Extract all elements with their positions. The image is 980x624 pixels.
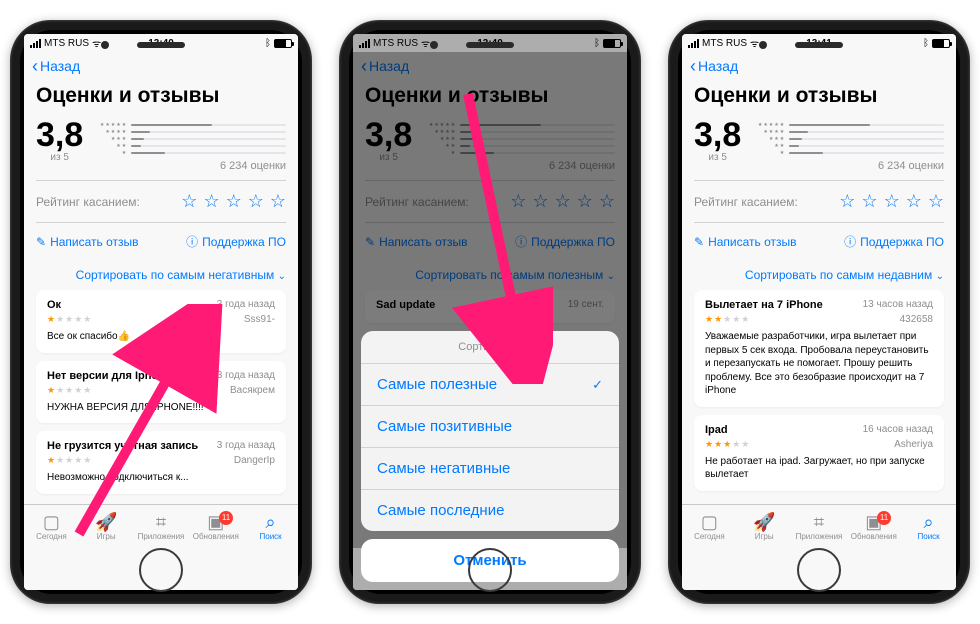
write-review-button[interactable]: ✎Написать отзыв (694, 233, 797, 250)
signal-icon (688, 39, 699, 48)
updates-badge: 11 (219, 511, 233, 525)
page-title: Оценки и отзывы (694, 80, 944, 118)
app-support-button[interactable]: ⓘ Поддержка ПО (186, 233, 286, 250)
star-icon[interactable]: ☆ (181, 191, 197, 212)
review-card[interactable]: Ipad16 часов назад ★★★★★Asheriya Не рабо… (694, 415, 944, 491)
sort-button[interactable]: Сортировать по самым недавним ⌄ (694, 260, 944, 290)
chevron-left-icon: ‹ (690, 57, 696, 75)
games-icon: 🚀 (95, 513, 117, 531)
sort-option-helpful[interactable]: Самые полезные✓ (361, 364, 619, 406)
battery-icon (932, 39, 950, 48)
tab-today[interactable]: ▢Сегодня (682, 513, 737, 541)
bluetooth-icon: ᛒ (923, 38, 929, 49)
sort-option-positive[interactable]: Самые позитивные (361, 406, 619, 448)
app-support-button[interactable]: ⓘПоддержка ПО (844, 233, 944, 250)
review-stars: ★★★★★ (705, 439, 750, 450)
sort-option-negative[interactable]: Самые негативные (361, 448, 619, 490)
write-review-button[interactable]: ✎ Написать отзыв (36, 233, 139, 250)
sheet-title: Сортировка: (361, 331, 619, 364)
tab-search[interactable]: ⌕Поиск (243, 513, 298, 541)
rating-distribution-chart: ★★★★★ ★★★★ ★★★ ★★ ★ 6 234 оценки (755, 118, 944, 172)
updates-badge: 11 (877, 511, 891, 525)
review-card[interactable]: Ок3 года назад ★★★★★Sss91- Все ок спасиб… (36, 290, 286, 353)
games-icon: 🚀 (753, 513, 775, 531)
star-icon[interactable]: ☆ (270, 191, 286, 212)
tab-games[interactable]: 🚀Игры (737, 513, 792, 541)
nav-bar: ‹ Назад (24, 52, 298, 80)
tab-games[interactable]: 🚀Игры (79, 513, 134, 541)
back-button[interactable]: ‹Назад (690, 57, 738, 75)
tab-search[interactable]: ⌕Поиск (901, 513, 956, 541)
search-icon: ⌕ (266, 513, 276, 531)
tab-today[interactable]: ▢Сегодня (24, 513, 79, 541)
sort-option-recent[interactable]: Самые последние (361, 490, 619, 531)
back-label: Назад (40, 58, 80, 74)
rating-distribution-chart: ★★★★★ ★★★★ ★★★ ★★ ★ 6 234 оценки (97, 118, 286, 172)
review-card[interactable]: Нет версии для Iphone! НУЖ...3 года наза… (36, 361, 286, 424)
chevron-down-icon: ⌄ (278, 271, 286, 282)
check-icon: ✓ (592, 377, 603, 393)
review-card[interactable]: Вылетает на 7 iPhone13 часов назад ★★★★★… (694, 290, 944, 407)
tap-rating-stars[interactable]: ☆ ☆ ☆ ☆ ☆ (181, 191, 286, 212)
tap-rating-label: Рейтинг касанием: (36, 195, 140, 209)
tab-updates[interactable]: ▣Обновления11 (188, 513, 243, 541)
chevron-down-icon: ⌄ (936, 271, 944, 282)
screen-2: MTS RUS ᯤ 13:40 ᛒ ‹Назад Оценки и отзывы… (353, 34, 627, 590)
sort-button[interactable]: Сортировать по самым негативным ⌄ (36, 260, 286, 290)
screen-3: MTS RUSᯤ 13:41 ᛒ ‹Назад Оценки и отзывы … (682, 34, 956, 590)
star-icon[interactable]: ☆ (226, 191, 242, 212)
back-button[interactable]: ‹ Назад (32, 57, 80, 75)
rating-value: 3,8 (36, 118, 83, 152)
review-stars: ★★★★★ (47, 385, 92, 396)
review-card[interactable]: Не грузится учетная запись3 года назад ★… (36, 431, 286, 494)
star-icon[interactable]: ☆ (248, 191, 264, 212)
tap-rating-stars[interactable]: ☆☆☆☆☆ (839, 191, 944, 212)
star-icon[interactable]: ☆ (203, 191, 219, 212)
screen-1: MTS RUS ᯤ 13:40 ᛒ ‹ Назад Оценки и отзыв… (24, 34, 298, 590)
review-stars: ★★★★★ (47, 455, 92, 466)
bluetooth-icon: ᛒ (265, 38, 271, 49)
tab-updates[interactable]: ▣Обновления11 (846, 513, 901, 541)
sort-action-sheet: Сортировка: Самые полезные✓ Самые позити… (361, 331, 619, 582)
page-title: Оценки и отзывы (36, 80, 286, 118)
rating-count: 6 234 оценки (97, 160, 286, 172)
wifi-icon: ᯤ (750, 36, 759, 50)
phone-mockup-2: MTS RUS ᯤ 13:40 ᛒ ‹Назад Оценки и отзывы… (339, 20, 641, 604)
review-stars: ★★★★★ (47, 314, 92, 325)
review-stars: ★★★★★ (705, 314, 750, 325)
phone-mockup-1: MTS RUS ᯤ 13:40 ᛒ ‹ Назад Оценки и отзыв… (10, 20, 312, 604)
nav-bar: ‹Назад (682, 52, 956, 80)
today-icon: ▢ (43, 513, 60, 531)
question-icon: ⓘ (844, 233, 856, 250)
compose-icon: ✎ (36, 235, 46, 249)
tab-bar: ▢Сегодня 🚀Игры ⌗Приложения ▣Обновления11… (682, 504, 956, 548)
question-icon: ⓘ (186, 233, 198, 250)
tab-bar: ▢Сегодня 🚀Игры ⌗Приложения ▣Обновления11… (24, 504, 298, 548)
apps-icon: ⌗ (814, 513, 824, 531)
tab-apps[interactable]: ⌗Приложения (134, 513, 189, 541)
phone-mockup-3: MTS RUSᯤ 13:41 ᛒ ‹Назад Оценки и отзывы … (668, 20, 970, 604)
wifi-icon: ᯤ (92, 36, 101, 50)
search-icon: ⌕ (924, 513, 934, 531)
signal-icon (30, 39, 41, 48)
apps-icon: ⌗ (156, 513, 166, 531)
battery-icon (274, 39, 292, 48)
chevron-left-icon: ‹ (32, 57, 38, 75)
compose-icon: ✎ (694, 235, 704, 249)
tab-apps[interactable]: ⌗Приложения (792, 513, 847, 541)
today-icon: ▢ (701, 513, 718, 531)
carrier-label: MTS RUS (44, 38, 89, 49)
